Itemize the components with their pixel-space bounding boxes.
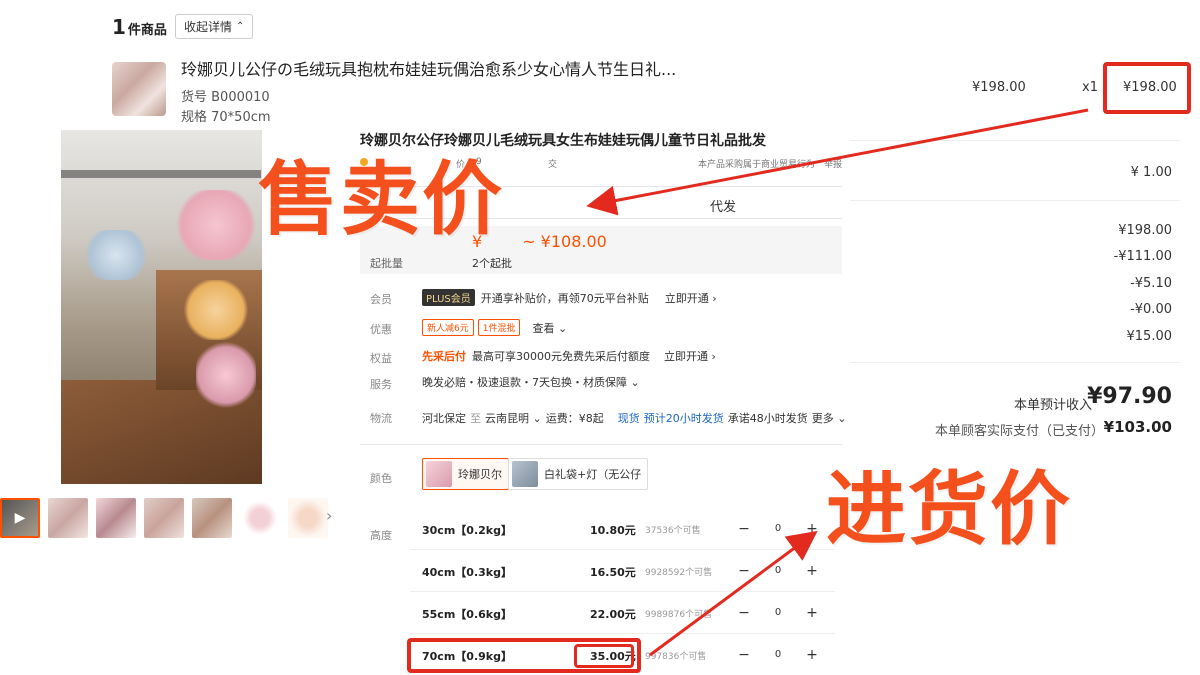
annotation-arrows — [586, 108, 1089, 657]
cost-price-arrow — [649, 530, 818, 657]
sell-price-arrow — [586, 108, 1089, 216]
